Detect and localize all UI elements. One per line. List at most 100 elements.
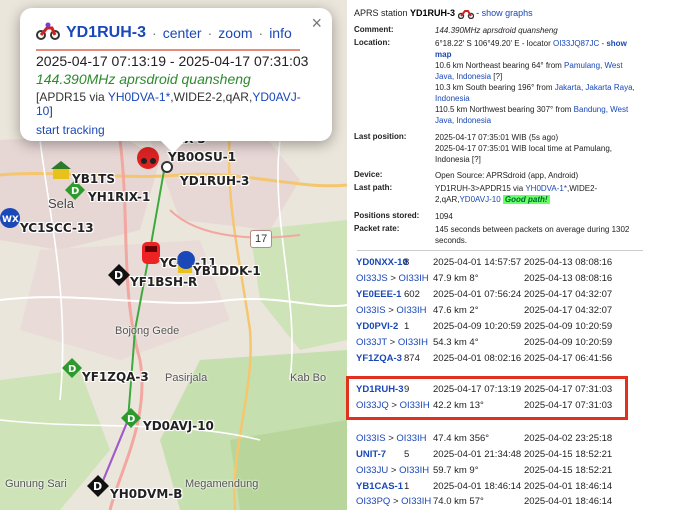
digipeater-icon[interactable]: D [121,408,141,433]
table-row[interactable]: OI33JU > OI33IH 59.7 km 9° 2025-04-15 18:5… [354,465,644,481]
map-panel[interactable]: D D D D D WX XX-3 YB0OSU-1 YD1RUH-3 YB1T… [0,0,347,510]
car-icon[interactable] [140,240,162,271]
locator-link[interactable]: OI33IH [399,273,429,284]
distance: 54.3 km 4° [433,337,479,348]
callsign-link[interactable]: UNIT-7 [356,449,386,460]
callsign-link[interactable]: YF1ZQA-3 [356,353,402,364]
positions-stored-value: 1094 [435,212,453,221]
packet-count: 874 [404,353,420,364]
locator-link[interactable]: OI33IH [401,496,431,507]
place-label: Pasirjala [165,372,208,384]
last-heard: 2025-04-13 08:08:16 [524,257,613,268]
table-row[interactable]: YD0PVI-2 1 2025-04-09 10:20:59 2025-04-09 1… [354,321,644,337]
table-row[interactable]: OI33IS > OI33IH 47.4 km 356° 2025-04-02 23… [354,433,644,449]
callsign-link[interactable]: YB1CAS-1 [356,481,403,492]
last-heard: 2025-04-17 04:32:07 [524,305,613,316]
locator-link[interactable]: OI33IH [398,337,428,348]
last-heard: 2025-04-15 18:52:21 [524,449,613,460]
locator-link[interactable]: OI33PQ [356,496,390,507]
table-row[interactable]: YD0NXX-10 8 2025-04-01 14:57:57 2025-04-13 … [354,257,644,273]
map-label[interactable]: YF1ZQA-3 [82,370,149,384]
map-label: WX [2,215,19,225]
center-link[interactable]: center [163,25,202,41]
table-row[interactable]: YF1ZQA-3 874 2025-04-01 08:02:16 2025-04-17… [354,353,644,369]
last-heard: 2025-04-01 18:46:14 [524,481,613,492]
field-label: Comment: [354,25,394,34]
table-row[interactable]: YB1CAS-1 1 2025-04-01 18:46:14 2025-04-01 1… [354,481,644,497]
locator-link[interactable]: OI33IS [356,305,386,316]
distance: 59.7 km 9° [433,465,479,476]
popup-path: [APDR15 via YH0DVA-1*,WIDE2-2,qAR,YD0AVJ… [36,90,301,118]
table-row[interactable]: YE0EEE-1 602 2025-04-01 07:56:24 2025-04-17… [354,289,644,305]
callsign-link[interactable]: YD0PVI-2 [356,321,398,332]
locator-link[interactable]: OI33IH [396,433,426,444]
map-label[interactable]: YD1RUH-3 [180,174,249,188]
svg-text:D: D [114,269,123,282]
last-position-value: 2025-04-17 07:35:01 WIB (5s ago) 2025-04-… [435,133,612,164]
digipeater-icon[interactable]: D [108,264,130,291]
packet-count: 8 [404,257,410,268]
last-heard: 2025-04-15 18:52:21 [524,465,613,476]
map-label[interactable]: YH1RIX-1 [88,190,150,204]
first-heard: 2025-04-01 18:46:14 [433,481,522,492]
locator-link[interactable]: OI33JU [356,465,388,476]
table-row[interactable]: OI33PQ > OI33IH 74.0 km 57° 2025-04-01 18:… [354,496,644,510]
last-heard: 2025-04-01 18:46:14 [524,496,613,507]
motorcycle-icon [36,22,60,44]
packet-count: 602 [404,289,420,300]
map-label[interactable]: YD0AVJ-10 [143,419,214,433]
locator-link[interactable]: OI33JQ87JC [553,39,599,48]
map-label[interactable]: YB1TS [72,172,115,186]
map-label[interactable]: YH0DVM-B [110,487,182,501]
callsign-link[interactable]: YD0NXX-10 [356,257,408,268]
packet-rate-value: 145 seconds between packets on average d… [435,225,630,245]
digi-link[interactable]: YH0DVA-1* [108,90,170,104]
comment-value: 144.390MHz aprsdroid quansheng [435,26,558,35]
station-motorcycle-icon[interactable] [135,145,161,176]
divider [36,49,300,51]
station-popup: × YD1RUH-3 · center · zoom · info 2025-0… [20,8,332,153]
show-graphs-link[interactable]: show graphs [482,8,533,18]
popup-callsign[interactable]: YD1RUH-3 [66,24,146,42]
popup-time-range: 2025-04-17 07:13:19 - 2025-04-17 07:31:0… [36,53,309,69]
locator-link[interactable]: OI33IS [356,433,386,444]
zoom-link[interactable]: zoom [218,25,252,41]
locator-link[interactable]: OI33JS [356,273,388,284]
place-label: Megamendung [185,478,259,490]
digi-link[interactable]: YD0AVJ-10 [459,195,500,204]
highlight-box [346,376,628,420]
locator-link[interactable]: OI33IH [399,465,429,476]
last-heard: 2025-04-17 06:41:56 [524,353,613,364]
location-value: 6°18.22' S 106°49.20' E - locator OI33JQ… [435,39,635,125]
close-icon[interactable]: × [311,13,322,34]
field-label: Last position: [354,132,407,141]
last-heard: 2025-04-09 10:20:59 [524,321,613,332]
last-heard: 2025-04-13 08:08:16 [524,273,613,284]
field-label: Location: [354,38,390,47]
map-label[interactable]: YF1BSH-R [130,275,197,289]
map-label[interactable]: YC1SCC-13 [20,221,94,235]
table-row[interactable]: OI33JT > OI33IH 54.3 km 4° 2025-04-09 10:2… [354,337,644,353]
place-label: Sela [48,196,75,211]
table-row[interactable]: OI33JS > OI33IH 47.9 km 8° 2025-04-13 08:0… [354,273,644,289]
divider [357,250,643,251]
table-row[interactable]: OI33IS > OI33IH 47.6 km 2° 2025-04-17 04:3… [354,305,644,321]
weather-station-icon[interactable]: WX [0,208,20,233]
last-path-value: YD1RUH-3>APDR15 via YH0DVA-1*,WIDE2-2,qA… [435,184,598,204]
callsign-link[interactable]: YE0EEE-1 [356,289,401,300]
digi-link[interactable]: YH0DVA-1* [525,184,567,193]
svg-text:D: D [127,414,135,425]
locator-link[interactable]: OI33JT [356,337,387,348]
motorcycle-icon [457,8,474,20]
start-tracking-link[interactable]: start tracking [36,123,316,137]
info-link[interactable]: info [269,25,292,41]
first-heard: 2025-04-01 07:56:24 [433,289,522,300]
digipeater-icon[interactable]: D [62,358,82,383]
distance: 47.6 km 2° [433,305,479,316]
first-heard: 2025-04-01 08:02:16 [433,353,522,364]
table-row[interactable]: UNIT-7 5 2025-04-01 21:34:48 2025-04-15 18:… [354,449,644,465]
digipeater-icon[interactable]: D [87,475,109,502]
map-label[interactable]: YB1DDK-1 [193,264,261,278]
map-label[interactable]: YC [160,256,177,270]
locator-link[interactable]: OI33IH [396,305,426,316]
